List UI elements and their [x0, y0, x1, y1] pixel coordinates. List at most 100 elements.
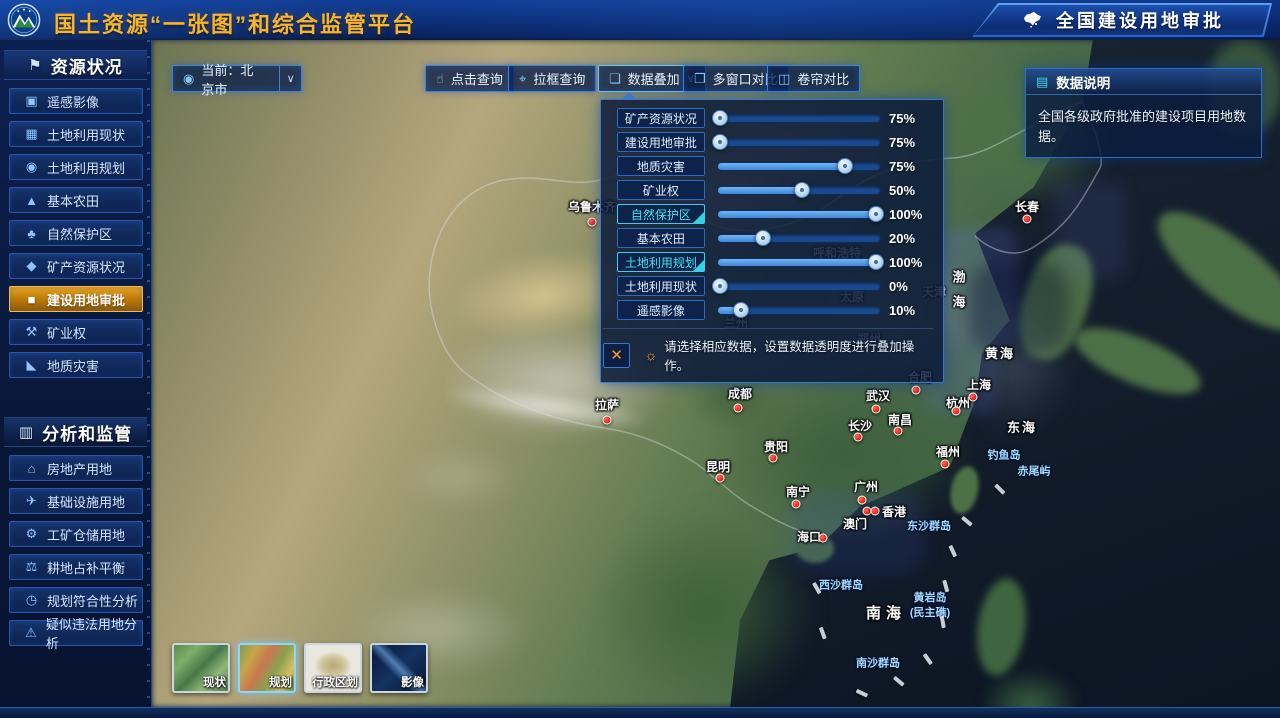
sidebar-item-矿业权[interactable]: ⚒矿业权 [9, 319, 143, 345]
island-label-黄岩岛民主礁: 黄岩岛 (民主礁) [910, 591, 950, 621]
slider-handle[interactable] [733, 302, 749, 318]
opacity-slider-基本农田[interactable] [717, 228, 881, 248]
slider-track[interactable] [717, 138, 881, 147]
terrain-blob [970, 262, 1068, 354]
opacity-slider-地质灾害[interactable] [717, 156, 881, 176]
sidebar-item-矿产资源状况[interactable]: ◆矿产资源状况 [9, 253, 143, 279]
layer-toggle-土地利用现状[interactable]: 土地利用现状 [617, 276, 705, 296]
opacity-slider-矿业权[interactable] [717, 180, 881, 200]
slider-handle[interactable] [794, 182, 810, 198]
data-overlay-panel: 矿产资源状况75%建设用地审批75%地质灾害75%矿业权50%自然保护区✓100… [600, 99, 944, 383]
panel-hint: ☼ 请选择相应数据，设置数据透明度进行叠加操作。 [644, 336, 933, 374]
sidebar-section-title: ▥分析和监管 [4, 417, 147, 447]
section-title-label: 分析和监管 [42, 420, 132, 445]
sidebar-item-基本农田[interactable]: ▲基本农田 [9, 187, 143, 213]
map-canvas[interactable]: 乌鲁木齐拉萨长春成都武汉合肥上海杭州长沙南昌贵阳昆明福州南宁广州香港澳门海口呼和… [152, 40, 1280, 707]
layer-label: 矿产资源状况 [625, 110, 697, 127]
sidebar-item-房地产用地[interactable]: ⌂房地产用地 [9, 455, 143, 481]
sidebar-item-遥感影像[interactable]: ▣遥感影像 [9, 88, 143, 114]
boundary-dash [949, 545, 957, 557]
layer-toggle-土地利用规划[interactable]: 土地利用规划✓ [617, 252, 705, 272]
mining-rights-icon: ⚒ [24, 324, 39, 340]
slider-handle[interactable] [755, 230, 771, 246]
toolbar-button-卷帘对比[interactable]: ◫卷帘对比 [767, 65, 860, 92]
toolbar-button-拉框查询[interactable]: ⌖拉框查询 [508, 65, 596, 92]
slider-track[interactable] [717, 114, 881, 123]
sidebar-item-地质灾害[interactable]: ◣地质灾害 [9, 352, 143, 378]
infrastructure-icon: ✈ [24, 493, 39, 509]
sidebar-item-自然保护区[interactable]: ♣自然保护区 [9, 220, 143, 246]
sidebar-item-土地利用现状[interactable]: ▦土地利用现状 [9, 121, 143, 147]
layer-label: 自然保护区 [631, 206, 691, 223]
document-icon: ▤ [1036, 74, 1048, 90]
sidebar-item-工矿仓储用地[interactable]: ⚙工矿仓储用地 [9, 521, 143, 547]
city-marker [603, 416, 612, 425]
basemap-thumb-现状[interactable]: 现状 [172, 643, 230, 693]
opacity-slider-遥感影像[interactable] [717, 300, 881, 320]
basemap-thumb-影像[interactable]: 影像 [370, 643, 428, 693]
slider-track[interactable] [717, 234, 881, 243]
sidebar-item-耕地占补平衡[interactable]: ⚖耕地占补平衡 [9, 554, 143, 580]
city-label-上海: 上海 [967, 377, 991, 393]
slider-track[interactable] [717, 210, 881, 219]
terrain-blob [947, 285, 1077, 435]
sidebar-item-规划符合性分析[interactable]: ◷规划符合性分析 [9, 587, 143, 613]
slider-handle[interactable] [712, 278, 728, 294]
sidebar: ⚑资源状况▣遥感影像▦土地利用现状◉土地利用规划▲基本农田♣自然保护区◆矿产资源… [0, 40, 152, 718]
layer-toggle-遥感影像[interactable]: 遥感影像 [617, 300, 705, 320]
city-marker [863, 507, 872, 516]
section-title-label: 资源状况 [51, 53, 123, 78]
layer-toggle-地质灾害[interactable]: 地质灾害 [617, 156, 705, 176]
slider-handle[interactable] [712, 110, 728, 126]
slider-track[interactable] [717, 258, 881, 267]
slider-handle[interactable] [712, 134, 728, 150]
platform-logo-icon [7, 3, 41, 37]
basemap-thumb-label: 规划 [269, 674, 292, 690]
terrain-blob [971, 575, 1031, 679]
layer-row: 基本农田20% [617, 228, 931, 248]
layer-toggle-矿产资源状况[interactable]: 矿产资源状况 [617, 108, 705, 128]
layer-toggle-自然保护区[interactable]: 自然保护区✓ [617, 204, 705, 224]
layer-toggle-基本农田[interactable]: 基本农田 [617, 228, 705, 248]
sidebar-item-土地利用规划[interactable]: ◉土地利用规划 [9, 154, 143, 180]
opacity-slider-建设用地审批[interactable] [717, 132, 881, 152]
city-marker [792, 500, 801, 509]
basemap-thumb-行政区划[interactable]: 行政区划 [304, 643, 362, 693]
slider-handle[interactable] [868, 206, 884, 222]
layer-label: 土地利用现状 [625, 278, 697, 295]
sidebar-item-基础设施用地[interactable]: ✈基础设施用地 [9, 488, 143, 514]
layer-toggle-建设用地审批[interactable]: 建设用地审批 [617, 132, 705, 152]
slider-fill [718, 163, 844, 170]
toolbar-button-点击查询[interactable]: ☝点击查询 [425, 65, 514, 92]
slider-handle[interactable] [868, 254, 884, 270]
city-marker [912, 386, 921, 395]
basemap-thumb-规划[interactable]: 规划 [238, 643, 296, 693]
layer-toggle-矿业权[interactable]: 矿业权 [617, 180, 705, 200]
slider-track[interactable] [717, 162, 881, 171]
sidebar-item-建设用地审批[interactable]: ■建设用地审批 [9, 286, 143, 312]
module-title: 全国建设用地审批 [1056, 7, 1224, 33]
sidebar-item-label: 土地利用规划 [47, 158, 125, 177]
data-description-title: 数据说明 [1056, 72, 1110, 92]
basemap-thumb-label: 现状 [203, 674, 226, 690]
reserve-icon: ♣ [24, 226, 39, 241]
island-label-西沙群岛: 西沙群岛 [819, 579, 863, 594]
panel-hint-text: 请选择相应数据，设置数据透明度进行叠加操作。 [664, 336, 933, 374]
opacity-slider-矿产资源状况[interactable] [717, 108, 881, 128]
opacity-slider-自然保护区[interactable] [717, 204, 881, 224]
sidebar-item-label: 基本农田 [47, 191, 99, 210]
close-panel-button[interactable]: ✕ [603, 343, 630, 368]
sidebar-item-label: 土地利用现状 [47, 125, 125, 144]
opacity-slider-土地利用现状[interactable] [717, 276, 881, 296]
slider-track[interactable] [717, 282, 881, 291]
slider-handle[interactable] [837, 158, 853, 174]
opacity-slider-土地利用规划[interactable] [717, 252, 881, 272]
city-marker [871, 507, 880, 516]
region-selector[interactable]: ◉ 当前：北京市 ∨ [172, 65, 302, 92]
sidebar-item-疑似违法用地分析[interactable]: ⚠疑似违法用地分析 [9, 620, 143, 646]
terrain-blob [946, 464, 982, 517]
module-banner: 全国建设用地审批 [972, 3, 1272, 37]
terrain-blob [590, 508, 815, 707]
city-label-香港: 香港 [882, 504, 906, 520]
balance-icon: ⚖ [24, 559, 39, 575]
